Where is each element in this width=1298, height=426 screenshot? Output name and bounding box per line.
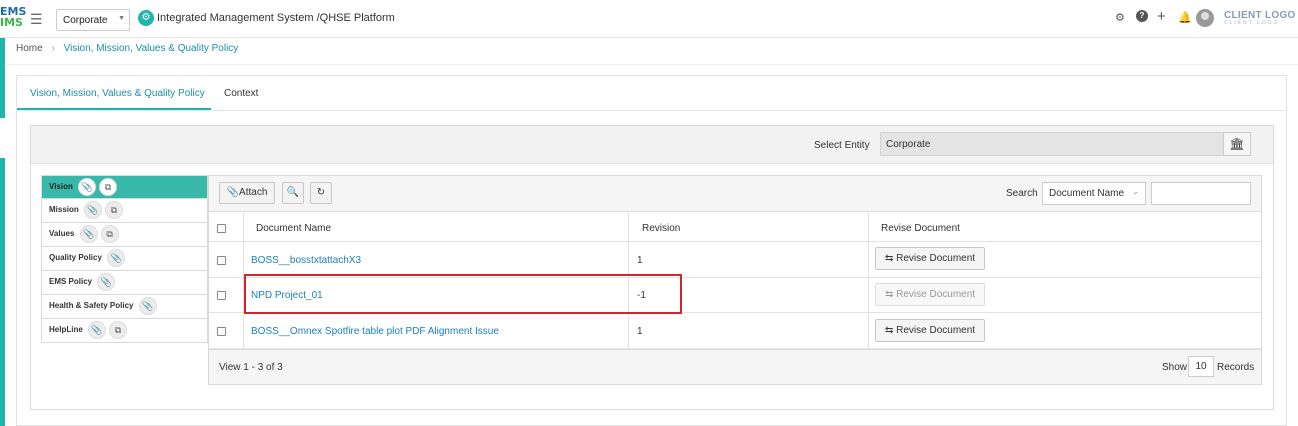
row-checkbox[interactable]: [217, 256, 226, 265]
attach-icon[interactable]: 📎: [84, 200, 103, 219]
table-row: [209, 242, 1261, 278]
list-item-label: EMS Policy: [49, 277, 93, 286]
list-item-label: Quality Policy: [49, 253, 102, 262]
row-checkbox[interactable]: [217, 291, 226, 300]
list-item-label: Values: [49, 229, 75, 238]
list-item-label: Mission: [49, 205, 79, 214]
attach-icon[interactable]: 📎: [138, 296, 157, 315]
left-accent-strip: [0, 38, 5, 426]
revise-document-button-disabled: ⇆ Revise Document: [875, 283, 985, 306]
building-icon[interactable]: 🏛: [1223, 132, 1251, 156]
list-item-label: HelpLine: [49, 325, 83, 334]
copy-icon[interactable]: ⧉: [109, 320, 128, 339]
gear-icon[interactable]: ⚙: [1115, 11, 1125, 24]
policy-list: Vision 📎 ⧉ Mission 📎 ⧉ Values 📎 ⧉ Quality P…: [41, 175, 208, 343]
revise-button-label: Revise Document: [896, 289, 976, 300]
tab-context[interactable]: Context: [224, 88, 258, 99]
list-item-vision[interactable]: Vision 📎 ⧉: [41, 175, 208, 199]
records-label: Records: [1217, 362, 1255, 373]
swap-icon: ⇆: [884, 253, 894, 264]
app-title: Integrated Management System /QHSE Platf…: [157, 12, 395, 24]
highlight-annotation: [244, 274, 682, 314]
list-item-label: Health & Safety Policy: [49, 301, 134, 310]
plus-icon[interactable]: +: [1157, 8, 1166, 25]
search-label: Search: [1006, 188, 1038, 199]
show-label: Show: [1162, 362, 1188, 373]
chevron-right-icon: ›: [51, 43, 55, 54]
table-header: [209, 213, 1261, 242]
list-item-values[interactable]: Values 📎 ⧉: [41, 223, 208, 247]
search-icon[interactable]: 🔍: [282, 182, 304, 204]
search-field-select[interactable]: Document Name ⌄: [1042, 182, 1146, 205]
column-header-revise-document[interactable]: Revise Document: [881, 223, 960, 234]
list-item-label: Vision: [49, 182, 73, 191]
active-tab-indicator: [17, 108, 211, 110]
left-accent-gap: [0, 118, 5, 158]
pager-info: View 1 - 3 of 3: [219, 362, 283, 373]
search-field-value: Document Name: [1049, 188, 1125, 199]
attach-icon[interactable]: 📎: [79, 224, 98, 243]
page-size-select[interactable]: 10: [1188, 356, 1214, 377]
revise-button-label: Revise Document: [896, 325, 976, 336]
top-navbar: EMS IMS ☰ Corporate ▼ ⚙ Integrated Manag…: [0, 0, 1298, 38]
attach-button[interactable]: 📎Attach: [219, 182, 275, 204]
attach-icon[interactable]: 📎: [88, 320, 107, 339]
attach-icon[interactable]: 📎: [107, 248, 126, 267]
grid-footer: [209, 349, 1261, 384]
attach-button-label: Attach: [239, 187, 268, 198]
select-all-checkbox[interactable]: [217, 224, 226, 233]
search-input[interactable]: [1151, 182, 1251, 205]
swap-icon: ⇆: [884, 325, 894, 336]
caret-down-icon: ▼: [118, 15, 125, 22]
list-item-quality-policy[interactable]: Quality Policy 📎: [41, 247, 208, 271]
revision-value: 1: [637, 255, 643, 266]
chevron-down-icon: ⌄: [1132, 187, 1139, 196]
copy-icon[interactable]: ⧉: [100, 224, 119, 243]
revise-document-button[interactable]: ⇆ Revise Document: [875, 247, 985, 270]
copy-icon[interactable]: ⧉: [105, 200, 124, 219]
tab-vision-mission[interactable]: Vision, Mission, Values & Quality Policy: [30, 88, 205, 99]
revise-document-button[interactable]: ⇆ Revise Document: [875, 319, 985, 342]
tabs-divider: [17, 110, 1286, 111]
entity-select[interactable]: Corporate ▼: [56, 9, 130, 31]
client-logo: CLIENT LOGO CLIENT LOGO: [1224, 10, 1296, 26]
attach-icon[interactable]: 📎: [97, 272, 116, 291]
list-item-ems-policy[interactable]: EMS Policy 📎: [41, 271, 208, 295]
copy-icon[interactable]: ⧉: [99, 177, 118, 196]
menu-icon[interactable]: ☰: [30, 11, 43, 28]
column-header-document-name[interactable]: Document Name: [256, 223, 331, 234]
entity-select-value: Corporate: [63, 15, 108, 26]
entity-field: Corporate: [880, 132, 1224, 156]
column-divider: [868, 213, 869, 349]
refresh-icon[interactable]: ↻: [310, 182, 332, 204]
revision-value: 1: [637, 326, 643, 337]
swap-icon: ⇆: [884, 289, 894, 300]
list-item-helpline[interactable]: HelpLine 📎 ⧉: [41, 319, 208, 343]
avatar[interactable]: [1196, 9, 1214, 27]
app-logo[interactable]: EMS IMS: [0, 6, 26, 28]
breadcrumb: Home › Vision, Mission, Values & Quality…: [16, 43, 238, 54]
column-header-revision[interactable]: Revision: [642, 223, 680, 234]
row-checkbox[interactable]: [217, 327, 226, 336]
app-gear-icon: ⚙: [138, 10, 154, 26]
list-item-mission[interactable]: Mission 📎 ⧉: [41, 199, 208, 223]
divider: [6, 64, 1298, 65]
revise-button-label: Revise Document: [896, 253, 976, 264]
breadcrumb-current[interactable]: Vision, Mission, Values & Quality Policy: [64, 43, 239, 54]
bell-icon[interactable]: 🔔: [1178, 11, 1192, 24]
select-entity-label: Select Entity: [814, 140, 870, 151]
list-item-health-safety-policy[interactable]: Health & Safety Policy 📎: [41, 295, 208, 319]
document-link[interactable]: BOSS__bosstxtattachX3: [251, 255, 361, 266]
breadcrumb-home[interactable]: Home: [16, 43, 43, 54]
document-link[interactable]: BOSS__Omnex Spotfire table plot PDF Alig…: [251, 326, 499, 337]
help-icon[interactable]: ?: [1136, 10, 1148, 22]
paperclip-icon: 📎: [226, 187, 240, 198]
attach-icon[interactable]: 📎: [78, 177, 97, 196]
